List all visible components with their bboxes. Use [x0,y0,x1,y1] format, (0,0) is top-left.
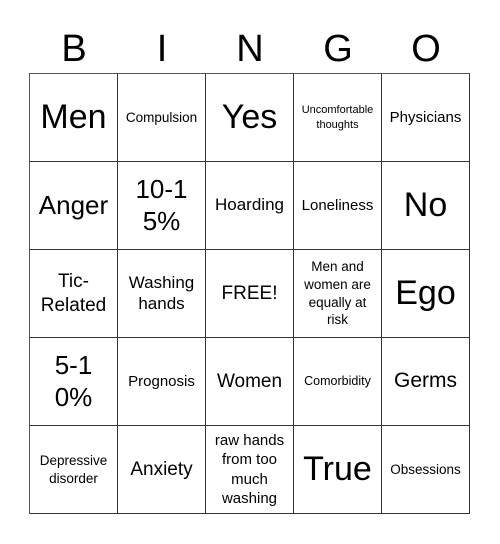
cell-text: Ego [395,273,456,312]
cell-text: True [303,449,372,488]
header-letter-g: G [323,28,353,70]
bingo-cell[interactable]: Germs [382,338,470,426]
bingo-cell[interactable]: Loneliness [294,162,382,250]
bingo-cell[interactable]: Anxiety [118,426,206,514]
cell-text: 10-15% [135,174,188,236]
bingo-cell[interactable]: No [382,162,470,250]
bingo-cell[interactable]: 10-15% [118,162,206,250]
bingo-cell[interactable]: Prognosis [118,338,206,426]
header-letter-o: O [411,28,441,70]
cell-text: Washing hands [128,272,195,313]
cell-text: Obsessions [390,461,461,477]
bingo-cell[interactable]: Yes [206,74,294,162]
bingo-cell[interactable]: True [294,426,382,514]
cell-text: Anger [38,189,109,220]
cell-text: Physicians [389,108,462,126]
header-letter-n: N [236,28,264,70]
header-letter-b: B [61,28,87,70]
cell-text: Comorbidity [304,374,371,389]
bingo-cell[interactable]: Tic-Related [30,250,118,338]
bingo-header: B I N G O [30,24,470,74]
bingo-cell[interactable]: Ego [382,250,470,338]
cell-text: Yes [221,97,278,136]
free-space-cell[interactable]: FREE! [206,250,294,338]
bingo-cell[interactable]: Compulsion [118,74,206,162]
bingo-board: Men Compulsion Yes Uncomfortable thought… [29,73,470,514]
bingo-cell[interactable]: Obsessions [382,426,470,514]
cell-text: Men [40,97,107,136]
bingo-cell[interactable]: Hoarding [206,162,294,250]
bingo-cell[interactable]: Depressive disorder [30,426,118,514]
bingo-cell[interactable]: Men [30,74,118,162]
bingo-cell[interactable]: Washing hands [118,250,206,338]
bingo-cell[interactable]: raw hands from too much washing [206,426,294,514]
cell-text: Compulsion [125,109,198,125]
cell-text: Hoarding [215,195,284,215]
bingo-cell[interactable]: Women [206,338,294,426]
bingo-cell[interactable]: Uncomfortable thoughts [294,74,382,162]
cell-text: Depressive disorder [39,452,108,486]
header-letter-i: I [156,28,168,70]
cell-text: raw hands from too much washing [214,431,285,508]
cell-text: Uncomfortable thoughts [301,104,374,131]
cell-text: Loneliness [301,196,374,214]
bingo-cell[interactable]: 5-10% [30,338,118,426]
cell-text: Men and women are equally at risk [304,259,371,328]
cell-text: Anxiety [130,458,193,480]
cell-text: Prognosis [128,372,195,390]
cell-text: FREE! [221,282,278,304]
cell-text: Tic-Related [40,270,107,316]
cell-text: No [403,185,448,224]
cell-text: Women [216,370,283,392]
bingo-cell[interactable]: Men and women are equally at risk [294,250,382,338]
bingo-cell[interactable]: Physicians [382,74,470,162]
bingo-cell[interactable]: Anger [30,162,118,250]
cell-text: Germs [394,369,457,393]
cell-text: 5-10% [54,350,93,412]
bingo-cell[interactable]: Comorbidity [294,338,382,426]
